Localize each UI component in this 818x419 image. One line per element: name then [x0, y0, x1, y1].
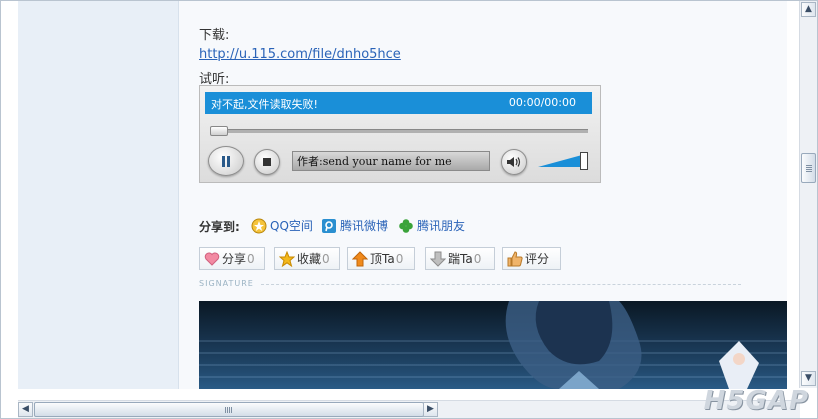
grip-icon	[225, 407, 233, 413]
pause-button[interactable]	[208, 146, 244, 176]
truncated-text-line: — — — — — —	[199, 0, 298, 8]
vertical-scroll-thumb[interactable]	[801, 153, 816, 183]
post-content: — — — — — — 下载: http://u.115.com/file/dn…	[179, 1, 787, 389]
favorite-button[interactable]: 收藏 0	[274, 247, 340, 270]
share-label: 分享到:	[199, 220, 240, 234]
site-watermark: H5GAP	[703, 386, 809, 416]
chevron-down-icon: ▼	[805, 373, 812, 383]
up-arrow-icon	[352, 250, 368, 266]
scroll-up-button[interactable]: ▲	[801, 2, 816, 17]
tencent-weibo-icon	[322, 218, 336, 233]
chevron-right-icon: ▶	[427, 404, 434, 414]
author-sidebar	[18, 1, 179, 389]
clover-icon	[399, 218, 413, 233]
chevron-up-icon: ▲	[805, 4, 812, 14]
player-error-message: 对不起,文件读取失败!	[211, 98, 318, 111]
thumbs-up-icon	[507, 250, 523, 266]
heart-icon	[204, 252, 220, 266]
player-time: 00:00/00:00	[508, 96, 576, 109]
volume-handle[interactable]	[580, 152, 588, 170]
share-tencent-friends[interactable]: 腾讯朋友	[398, 217, 465, 234]
pause-icon	[222, 156, 225, 167]
progress-track[interactable]	[210, 129, 588, 133]
volume-slider[interactable]	[538, 154, 582, 168]
vertical-scrollbar[interactable]: ▲ ▼	[799, 1, 817, 388]
share-button[interactable]: 分享 0	[199, 247, 265, 270]
down-arrow-icon	[430, 251, 446, 267]
star-icon	[279, 250, 295, 267]
stop-button[interactable]	[254, 149, 280, 175]
horizontal-scroll-thumb[interactable]	[34, 402, 424, 417]
player-status-bar: 对不起,文件读取失败! 00:00/00:00	[205, 92, 592, 114]
download-link[interactable]: http://u.115.com/file/dnho5hce	[199, 47, 401, 62]
horizontal-scrollbar[interactable]: ◀ ▶	[18, 400, 800, 418]
anime-character-illustration	[199, 301, 787, 389]
audio-player: 对不起,文件读取失败! 00:00/00:00 作者:send your nam…	[199, 85, 601, 183]
share-qzone[interactable]: QQ空间	[251, 217, 313, 234]
volume-button[interactable]	[501, 149, 527, 175]
signature-image	[199, 301, 787, 389]
download-label: 下载:	[199, 28, 230, 43]
chevron-left-icon: ◀	[22, 404, 29, 414]
scroll-left-button[interactable]: ◀	[18, 402, 33, 417]
progress-handle[interactable]	[210, 126, 228, 136]
signature-label: SIGNATURE	[199, 279, 254, 288]
downvote-button[interactable]: 踹Ta 0	[425, 247, 495, 270]
speaker-icon	[507, 157, 521, 167]
scroll-right-button[interactable]: ▶	[423, 402, 438, 417]
grip-icon	[806, 164, 812, 172]
scroll-down-button[interactable]: ▼	[801, 371, 816, 386]
stop-icon	[263, 158, 271, 166]
upvote-button[interactable]: 顶Ta 0	[347, 247, 415, 270]
track-title: 作者:send your name for me	[292, 151, 490, 171]
browser-viewport: — — — — — — 下载: http://u.115.com/file/dn…	[0, 0, 818, 419]
qzone-icon	[251, 218, 267, 233]
share-tencent-weibo[interactable]: 腾讯微博	[321, 217, 388, 234]
rate-button[interactable]: 评分	[502, 247, 561, 270]
signature-divider	[261, 284, 741, 285]
